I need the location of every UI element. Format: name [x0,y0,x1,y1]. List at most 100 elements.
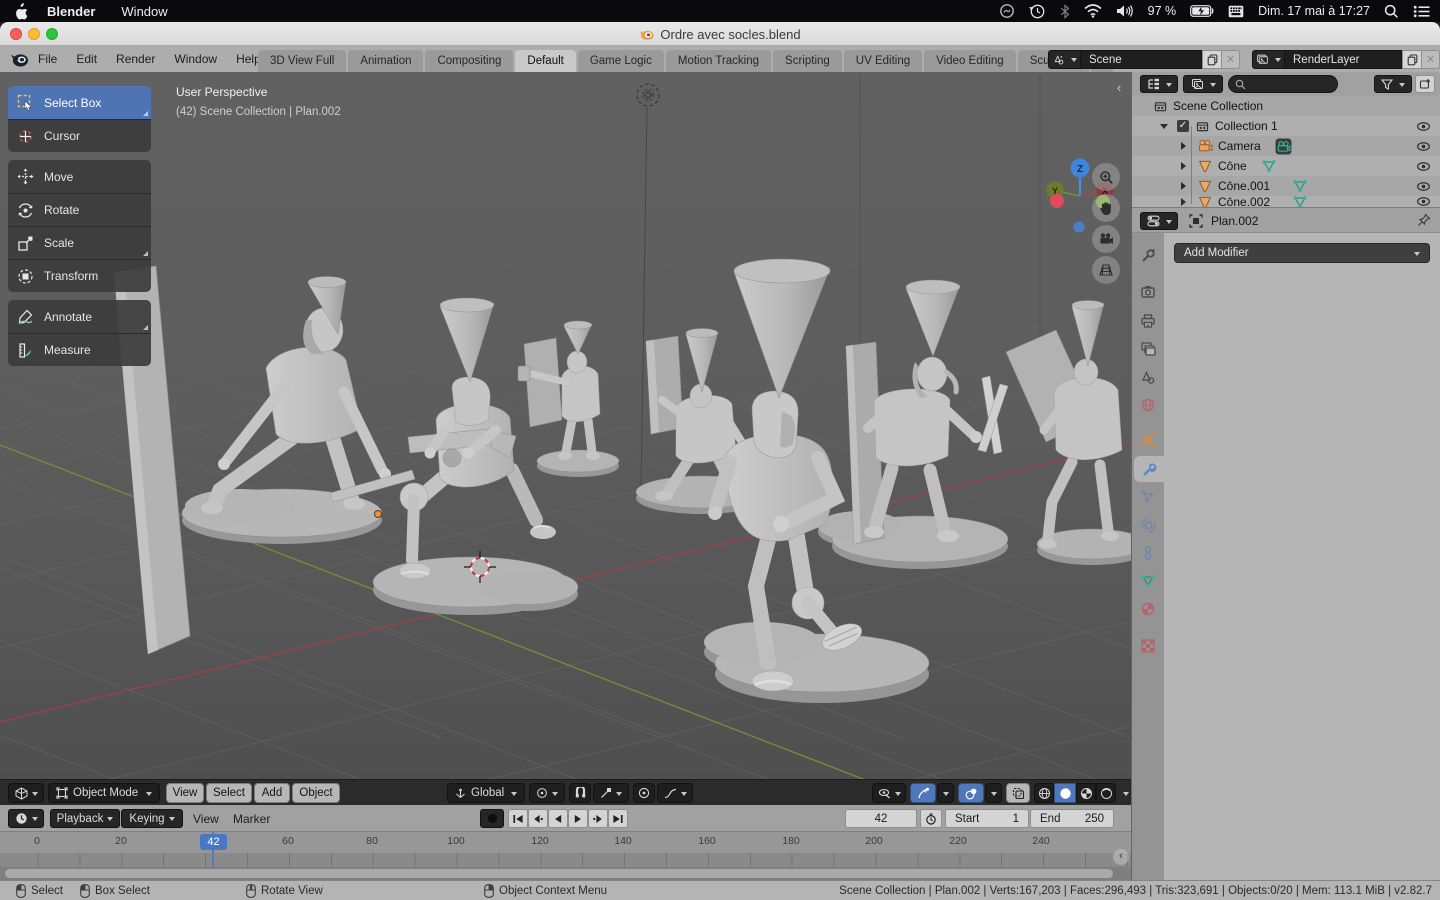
scene-unlink-button[interactable]: ✕ [1222,50,1240,69]
menu-edit[interactable]: Edit [76,52,97,66]
tab-output-properties[interactable] [1132,308,1164,334]
3d-viewport[interactable] [0,72,1131,805]
timeline-view-menu[interactable]: View [193,805,219,832]
add-modifier-dropdown[interactable]: Add Modifier [1174,243,1430,263]
tool-measure[interactable]: Measure [8,333,151,366]
disclosure-triangle-icon[interactable] [1181,182,1190,190]
disclosure-triangle-icon[interactable] [1181,142,1190,150]
blender-logo-icon[interactable] [10,50,29,69]
tab-physics-properties[interactable] [1132,512,1164,538]
keying-menu[interactable]: Keying [121,809,183,828]
properties-editor-type-button[interactable] [1140,212,1178,230]
mode-selector[interactable]: Object Mode [48,783,160,803]
tab-game-logic[interactable]: Game Logic [578,50,664,72]
use-preview-range-toggle[interactable] [920,809,942,828]
outliner-row-cone[interactable]: Cône [1132,156,1440,176]
tab-texture-properties[interactable] [1132,633,1164,659]
shading-rendered-button[interactable] [1096,783,1116,803]
tab-particle-properties[interactable] [1132,484,1164,510]
auto-keying-toggle[interactable] [480,809,504,828]
new-collection-button[interactable] [1415,75,1435,93]
start-frame-field[interactable]: Start 1 [945,809,1029,828]
play-reverse-button[interactable] [548,809,568,828]
scene-name-field[interactable]: Scene [1081,50,1202,69]
tab-tool-properties[interactable] [1132,243,1164,269]
tab-world-properties[interactable] [1132,392,1164,418]
tool-annotate[interactable]: Annotate [8,300,151,333]
creative-cloud-icon[interactable] [999,3,1015,19]
shading-material-button[interactable] [1076,783,1096,803]
transform-orientation-selector[interactable]: Global [447,783,525,803]
outliner-row-cone-002[interactable]: Cône.002 [1132,196,1440,207]
tool-rotate[interactable]: Rotate [8,193,151,226]
overlays-dropdown[interactable] [985,783,1002,803]
disclosure-triangle-icon[interactable] [1181,198,1190,206]
collection-checkbox[interactable]: ✓ [1177,120,1189,132]
timeline-editor-type-button[interactable] [8,809,44,828]
jump-to-end-button[interactable] [608,809,628,828]
tab-motion-tracking[interactable]: Motion Tracking [666,50,771,72]
disclosure-triangle-icon[interactable] [1160,124,1168,133]
notification-center-icon[interactable] [1413,5,1430,18]
tool-select-box[interactable]: Select Box [8,86,151,119]
view-layer-remove-button[interactable]: ✕ [1422,50,1440,69]
tab-render-properties[interactable] [1132,279,1164,305]
menubar-clock[interactable]: Dim. 17 mai à 17:27 [1258,4,1370,18]
spotlight-search-icon[interactable] [1384,4,1399,19]
tab-material-properties[interactable] [1132,596,1164,622]
menu-window[interactable]: Window [174,52,217,66]
current-frame-badge[interactable]: 42 [200,834,227,850]
tool-transform[interactable]: Transform [8,259,151,292]
select-menu[interactable]: Select [206,783,252,803]
tab-constraint-properties[interactable] [1132,540,1164,566]
tab-view-layer-properties[interactable] [1132,336,1164,362]
tab-object-properties[interactable] [1132,427,1164,453]
gizmos-toggle[interactable] [910,783,936,803]
outliner-editor-type-button[interactable] [1140,75,1178,93]
gizmo-minus-z-axis[interactable] [1074,222,1085,233]
proportional-falloff-selector[interactable] [657,783,693,803]
timeline-ruler[interactable]: 0 20 60 80 100 120 140 160 180 200 220 2… [0,832,1131,853]
sidebar-collapse-icon[interactable]: ‹ [1117,80,1121,95]
timeline-track[interactable] [0,853,1131,867]
snap-target-selector[interactable] [593,783,629,803]
disclosure-triangle-icon[interactable] [1181,162,1190,170]
window-titlebar[interactable]: Ordre avec socles.blend [0,22,1440,46]
scene-browse-button[interactable] [1048,50,1081,69]
tab-data-properties[interactable] [1132,568,1164,594]
apple-menu-icon[interactable] [14,3,29,20]
eye-icon[interactable] [1416,179,1431,194]
shading-solid-button[interactable] [1054,783,1076,803]
gizmo-minus-y-axis[interactable] [1050,194,1064,208]
tab-animation[interactable]: Animation [348,50,423,72]
outliner-filter-button[interactable] [1374,75,1412,93]
timeline-scrollbar-thumb[interactable] [5,869,1113,878]
eye-icon[interactable] [1416,139,1431,154]
outliner-row-collection-1[interactable]: ✓ Collection 1 [1132,116,1440,136]
tab-compositing[interactable]: Compositing [425,50,513,72]
playback-menu[interactable]: Playback [50,809,120,828]
pin-icon[interactable] [1417,213,1431,227]
outliner-display-mode-button[interactable] [1183,75,1223,93]
eye-icon[interactable] [1416,196,1431,207]
input-source-icon[interactable] [1228,5,1244,18]
current-frame-field[interactable]: 42 [845,809,917,828]
tab-uv-editing[interactable]: UV Editing [844,50,922,72]
tab-video-editing[interactable]: Video Editing [924,50,1016,72]
volume-icon[interactable] [1116,4,1134,18]
object-visibility-dropdown[interactable] [872,783,906,803]
tool-scale[interactable]: Scale [8,226,151,259]
view-layer-browse-button[interactable] [1252,50,1285,69]
timeline-marker-menu[interactable]: Marker [233,805,270,832]
eye-icon[interactable] [1416,119,1431,134]
tool-move[interactable]: Move [8,160,151,193]
object-menu[interactable]: Object [292,783,340,803]
outliner-row-cone-001[interactable]: Cône.001 [1132,176,1440,196]
view-layer-name-field[interactable]: RenderLayer [1285,50,1402,69]
play-button[interactable] [568,809,588,828]
camera-view-button[interactable] [1092,225,1120,253]
jump-next-keyframe-button[interactable] [588,809,608,828]
menubar-app-name[interactable]: Blender [47,4,95,19]
tab-scene-properties[interactable] [1132,364,1164,390]
tab-scripting[interactable]: Scripting [773,50,842,72]
